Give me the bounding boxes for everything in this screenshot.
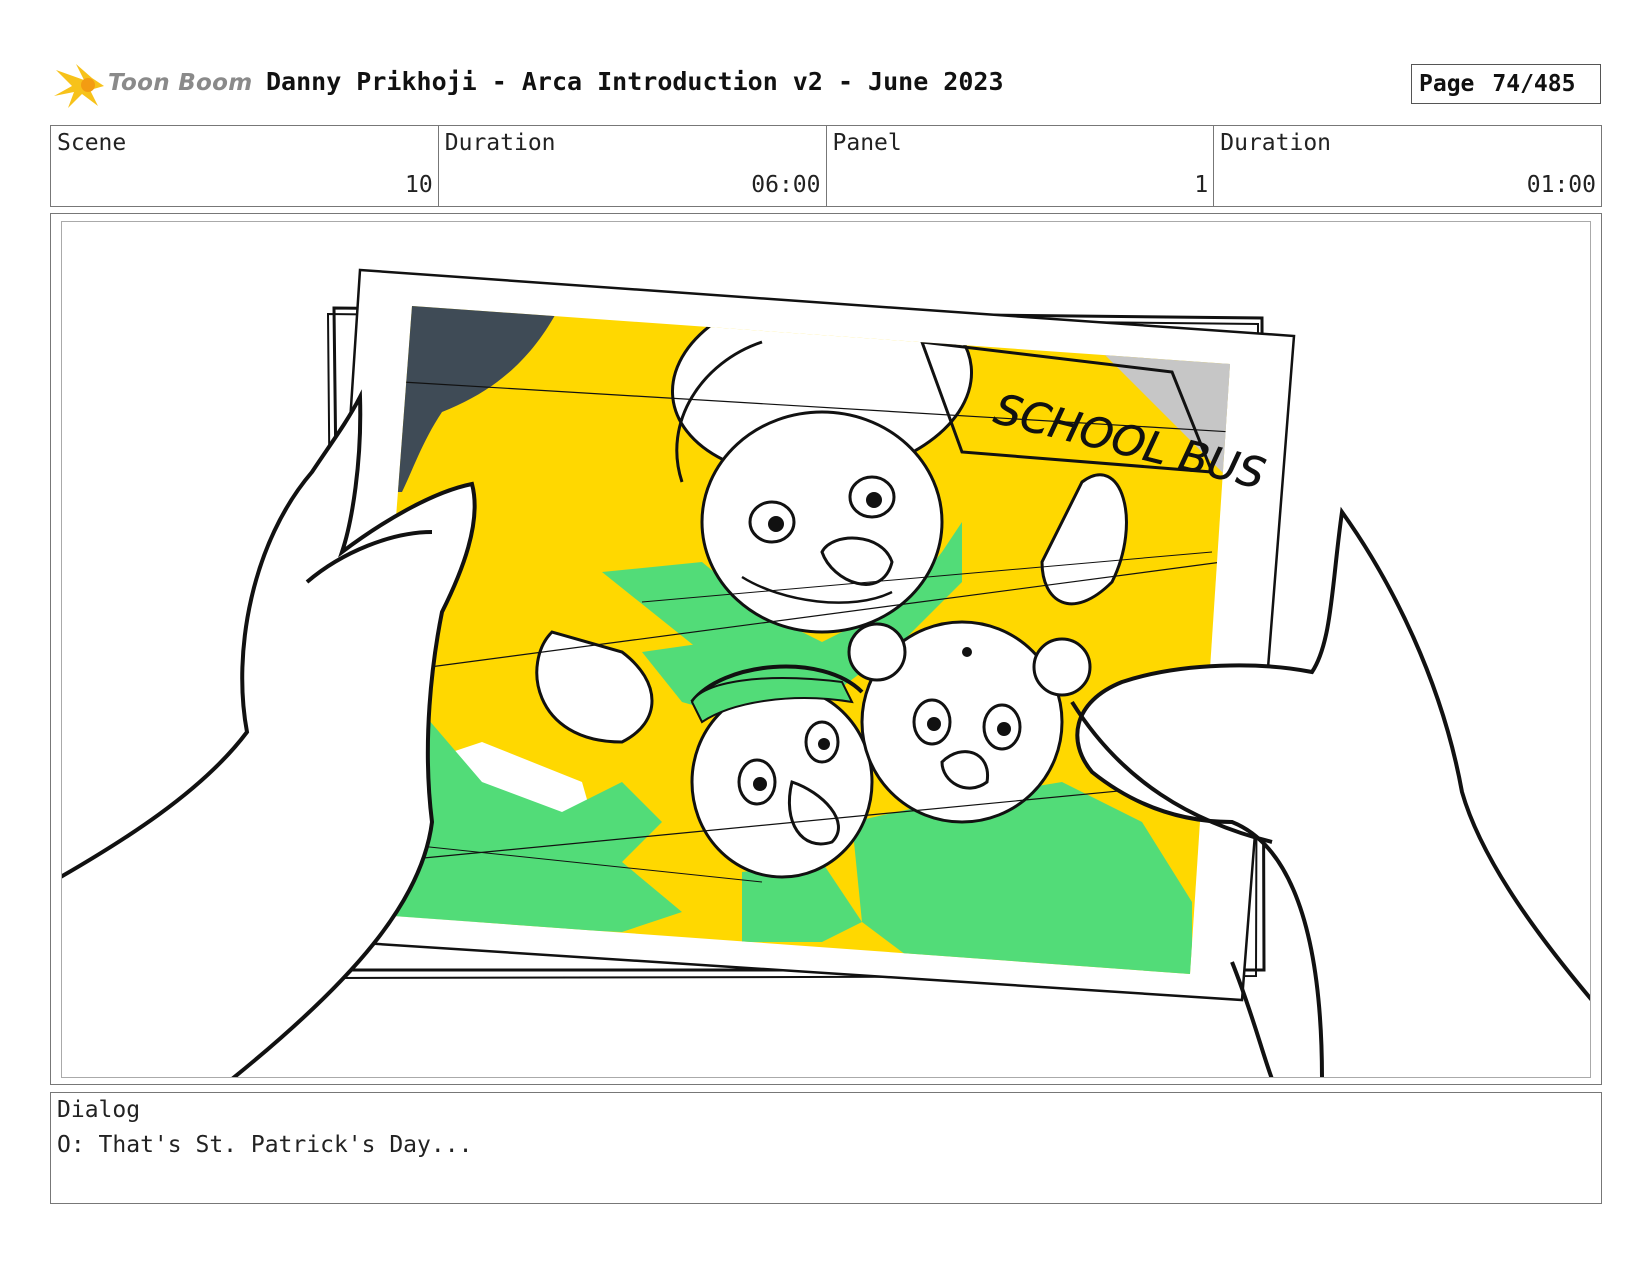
page-header: Toon Boom Danny Prikhoji - Arca Introduc…	[54, 58, 1604, 112]
dialog-text: O: That's St. Patrick's Day...	[57, 1132, 473, 1158]
scene-duration-label: Duration	[444, 130, 556, 156]
panel-value: 1	[1194, 172, 1209, 198]
panel-label: Panel	[832, 130, 902, 156]
page-number: 74/485	[1492, 71, 1576, 97]
dialog-label: Dialog	[57, 1097, 141, 1123]
storyboard-drawing: SCHOOL BUS	[62, 268, 1590, 1077]
page-indicator: Page 74/485	[1411, 64, 1601, 104]
storyboard-panel: SCHOOL BUS	[61, 221, 1591, 1078]
page-label: Page	[1419, 71, 1475, 97]
scene-label: Scene	[57, 130, 127, 156]
panel-duration-value: 01:00	[1526, 172, 1596, 198]
panel-duration-cell: Duration 01:00	[1214, 126, 1601, 206]
scene-duration-cell: Duration 06:00	[439, 126, 827, 206]
toon-boom-logo: Toon Boom	[54, 58, 254, 112]
scene-duration-value: 06:00	[751, 172, 821, 198]
dialog-box: Dialog O: That's St. Patrick's Day...	[50, 1092, 1602, 1204]
scene-info-table: Scene 10 Duration 06:00 Panel 1 Duration…	[50, 125, 1602, 207]
starburst-icon	[54, 64, 104, 108]
right-bottom-finger	[1230, 961, 1274, 1077]
panel-cell: Panel 1	[827, 126, 1215, 206]
document-title: Danny Prikhoji - Arca Introduction v2 - …	[266, 67, 1004, 96]
scene-cell: Scene 10	[51, 126, 439, 206]
scene-value: 10	[405, 172, 433, 198]
logo-text: Toon Boom	[108, 70, 253, 96]
photo-image	[366, 306, 1230, 974]
panel-duration-label: Duration	[1220, 130, 1332, 156]
